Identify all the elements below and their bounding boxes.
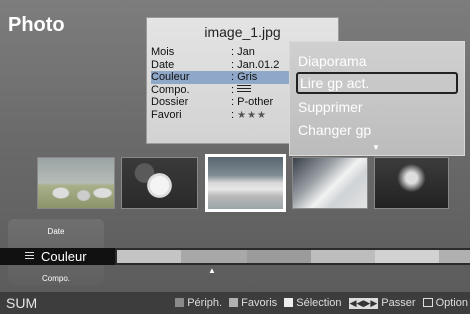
menu-item-change-group[interactable]: Changer gp (296, 119, 458, 141)
skip-icon: ◀◀▶▶ (348, 298, 379, 309)
sort-option-date[interactable]: Date (8, 227, 104, 236)
sort-current-label: Couleur (41, 249, 87, 264)
menu-item-delete[interactable]: Supprimer (296, 96, 458, 118)
footer-bar: SUM Périph. Favoris Sélection ◀◀▶▶ Passer… (0, 292, 470, 314)
sort-option-composition[interactable]: Compo. (8, 274, 104, 283)
color-group-segment[interactable] (117, 250, 181, 263)
thumbnail-sea-selected[interactable] (205, 154, 286, 212)
source-label: SUM (6, 295, 38, 311)
thumbnail-mountain[interactable] (292, 157, 368, 209)
white-square-icon (284, 298, 294, 307)
color-group-segment[interactable] (181, 250, 247, 263)
color-group-segment[interactable] (247, 250, 311, 263)
context-menu: Diaporama Lire gp act. Supprimer Changer… (289, 41, 465, 156)
favorite-stars-icon: ★★★ (237, 109, 268, 121)
hint-option[interactable]: Option (422, 297, 468, 309)
button-hints: Périph. Favoris Sélection ◀◀▶▶ Passer Opt… (171, 297, 468, 309)
color-group-segment[interactable] (311, 250, 375, 263)
photo-browser-screen: Photo image_1.jpg Mois : Jan Date : Jan.… (0, 0, 470, 314)
color-group-segment[interactable] (439, 250, 470, 263)
composition-icon (237, 85, 252, 95)
hint-device[interactable]: Périph. (175, 297, 222, 309)
scroll-down-icon[interactable]: ▼ (372, 143, 380, 152)
color-group-bar: Couleur (0, 248, 470, 265)
hint-favorites[interactable]: Favoris (229, 297, 277, 309)
option-icon (422, 298, 433, 307)
grey-square-icon (175, 298, 185, 307)
sort-list-icon (25, 252, 34, 261)
thumbnail-tree[interactable] (374, 157, 449, 209)
position-marker-icon: ▲ (208, 266, 216, 275)
color-group-segment[interactable] (375, 250, 439, 263)
file-name: image_1.jpg (204, 24, 281, 40)
page-title: Photo (8, 14, 65, 36)
hint-skip[interactable]: ◀◀▶▶ Passer (348, 297, 416, 309)
sort-current-option[interactable]: Couleur (0, 248, 115, 265)
thumbnail-sheep[interactable] (37, 157, 115, 209)
light-grey-square-icon (229, 298, 239, 307)
menu-item-play-group[interactable]: Lire gp act. (296, 72, 458, 94)
hint-select[interactable]: Sélection (284, 297, 342, 309)
thumbnail-flower[interactable] (121, 157, 198, 209)
menu-item-slideshow[interactable]: Diaporama (296, 50, 458, 72)
